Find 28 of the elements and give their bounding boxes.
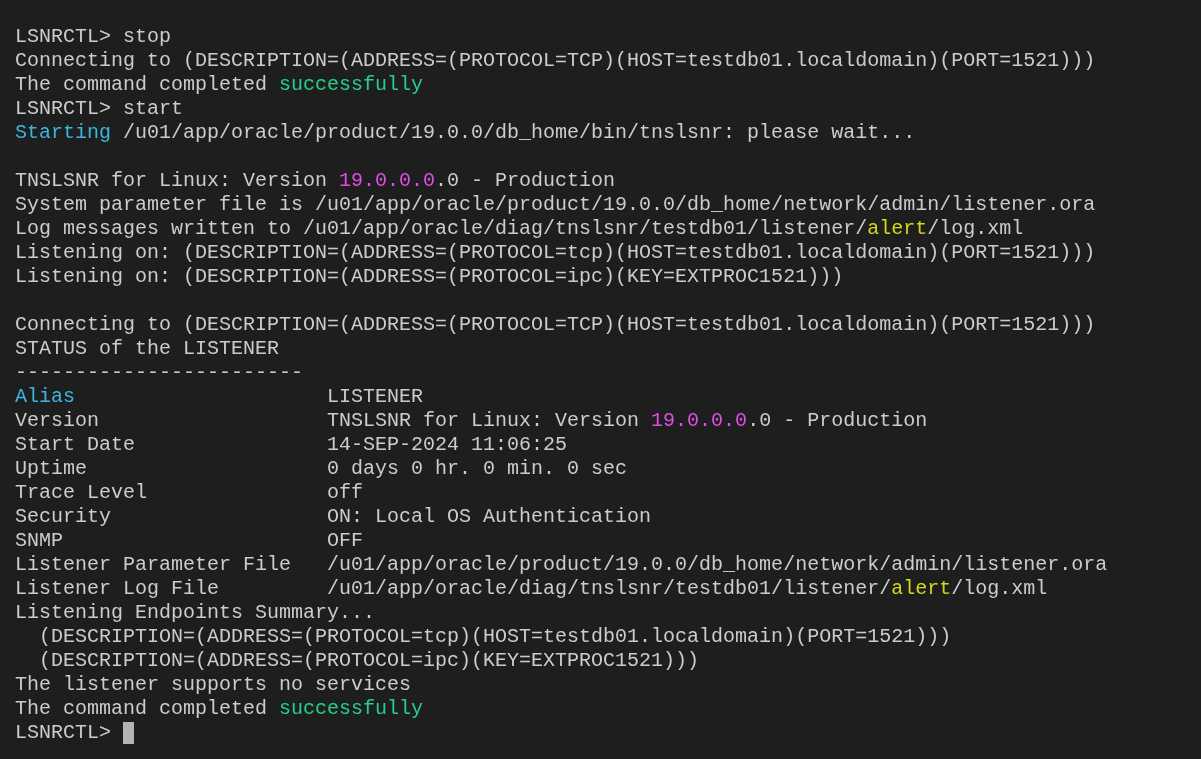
prompt-line: LSNRCTL> stop bbox=[15, 25, 172, 49]
prompt-line: LSNRCTL> bbox=[15, 721, 112, 745]
output-line: Connecting to (DESCRIPTION=(ADDRESS=(PROTOCOL=TCP)(HOST=testdb01.localdomain)(PORT=1521))) bbox=[15, 313, 1096, 337]
output-line: Listening on: (DESCRIPTION=(ADDRESS=(PROTOCOL=tcp)(HOST=testdb01.localdomain)(PORT=1521))) bbox=[15, 241, 1096, 265]
output-line: Version TNSLSNR for Linux: Version 19.0.0.0.0 - Production bbox=[15, 409, 928, 433]
output-line: Security ON: Local OS Authentication bbox=[15, 505, 652, 529]
output-line: (DESCRIPTION=(ADDRESS=(PROTOCOL=ipc)(KEY=EXTPROC1521))) bbox=[38, 649, 700, 673]
output-line: The command completed successfully bbox=[15, 697, 424, 721]
output-line: STATUS of the LISTENER bbox=[15, 337, 280, 361]
output-line: Listener Parameter File /u01/app/oracle/product/19.0.0/db_home/network/admin/listener.ora bbox=[15, 553, 1108, 577]
output-line: Trace Level off bbox=[15, 481, 364, 505]
output-line: Alias LISTENER bbox=[15, 385, 424, 409]
output-line: Log messages written to /u01/app/oracle/diag/tnslsnr/testdb01/listener/alert/log.xml bbox=[15, 217, 1024, 241]
output-line: Uptime 0 days 0 hr. 0 min. 0 sec bbox=[15, 457, 628, 481]
output-line: Connecting to (DESCRIPTION=(ADDRESS=(PROTOCOL=TCP)(HOST=testdb01.localdomain)(PORT=1521))) bbox=[15, 49, 1096, 73]
output-line: ------------------------ bbox=[15, 361, 304, 385]
output-line: The command completed successfully bbox=[15, 73, 424, 97]
output-line: System parameter file is /u01/app/oracle/product/19.0.0/db_home/network/admin/listener.ora bbox=[15, 193, 1096, 217]
output-line: LSNRCTL> start bbox=[15, 97, 184, 121]
output-line: Listening Endpoints Summary... bbox=[15, 601, 376, 625]
output-line: Start Date 14-SEP-2024 11:06:25 bbox=[15, 433, 568, 457]
output-line: (DESCRIPTION=(ADDRESS=(PROTOCOL=tcp)(HOST=testdb01.localdomain)(PORT=1521))) bbox=[38, 625, 952, 649]
output-line: Listener Log File /u01/app/oracle/diag/tnslsnr/testdb01/listener/alert/log.xml bbox=[15, 577, 1048, 601]
output-line: SNMP OFF bbox=[15, 529, 364, 553]
output-line: The listener supports no services bbox=[15, 673, 412, 697]
output-line: Starting /u01/app/oracle/product/19.0.0/db_home/bin/tnslsnr: please wait... bbox=[15, 121, 916, 145]
output-line: Listening on: (DESCRIPTION=(ADDRESS=(PROTOCOL=ipc)(KEY=EXTPROC1521))) bbox=[15, 265, 844, 289]
output-line: TNSLSNR for Linux: Version 19.0.0.0.0 - Production bbox=[15, 169, 616, 193]
